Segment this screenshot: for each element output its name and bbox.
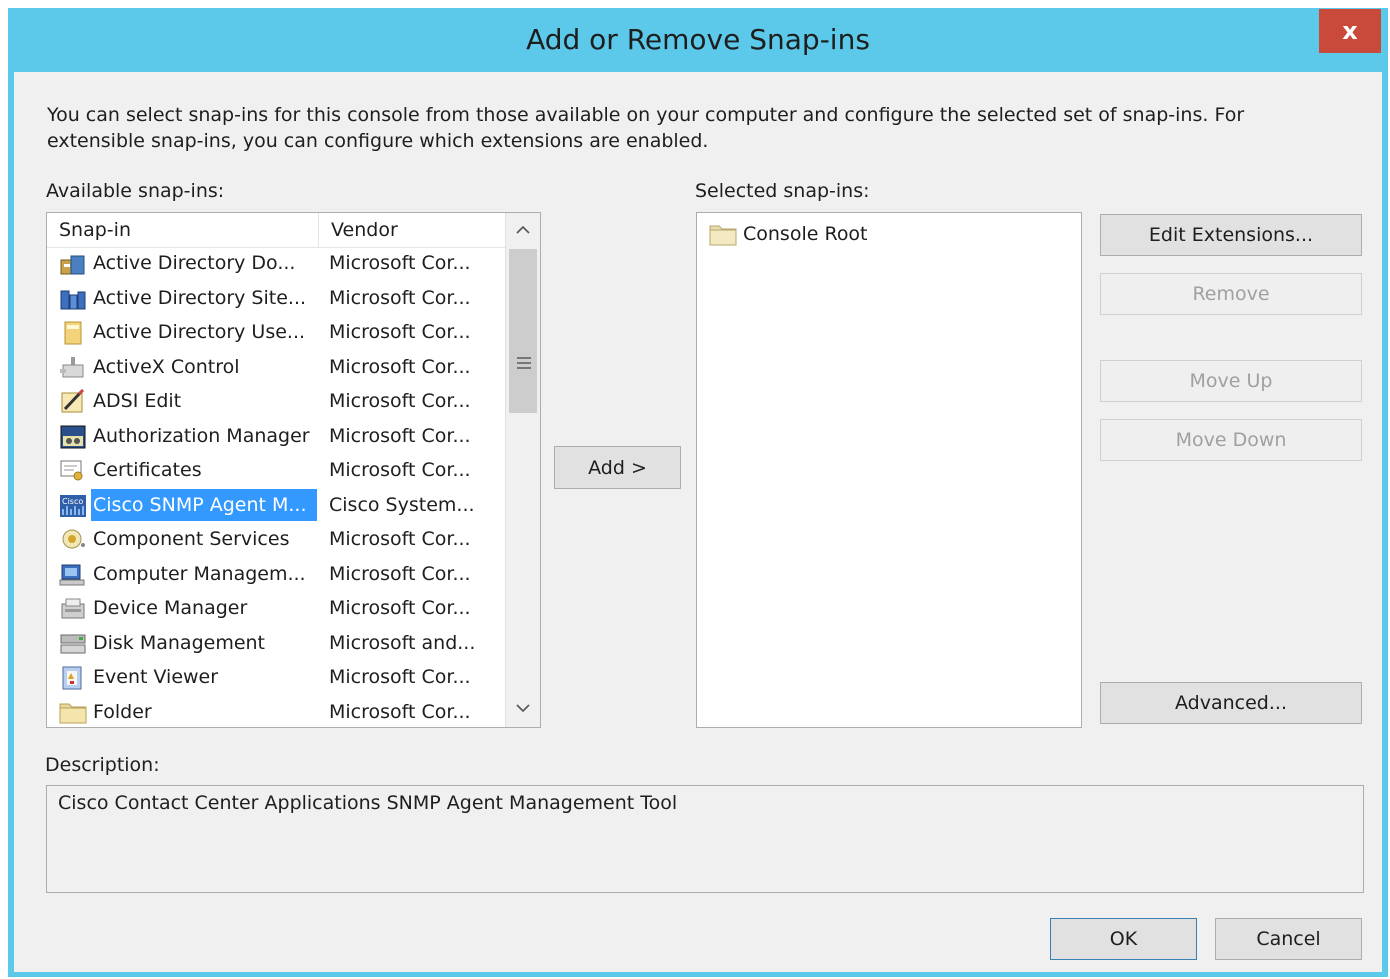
- sites-services-icon: [59, 286, 87, 312]
- domains-trusts-icon: [59, 251, 87, 277]
- snapin-name: Cisco SNMP Agent M...: [91, 488, 317, 521]
- device-manager-icon: [59, 596, 87, 622]
- list-item[interactable]: Active Directory Site... Microsoft Cor...: [47, 282, 505, 317]
- snapin-vendor: Microsoft Cor...: [329, 528, 471, 550]
- scroll-down-button[interactable]: [506, 691, 540, 725]
- list-item[interactable]: Computer Managem... Microsoft Cor...: [47, 558, 505, 593]
- snapin-name: ADSI Edit: [93, 390, 182, 412]
- list-item[interactable]: ActiveX Control Microsoft Cor...: [47, 351, 505, 386]
- snapin-vendor: Microsoft Cor...: [329, 286, 471, 309]
- snapin-name: Authorization Manager: [93, 424, 310, 447]
- snapin-name: Computer Managem...: [93, 562, 306, 585]
- ok-button[interactable]: OK: [1050, 918, 1197, 960]
- chevron-up-icon: [516, 225, 530, 234]
- selected-snapins-label: Selected snap-ins:: [695, 180, 870, 202]
- cancel-button[interactable]: Cancel: [1215, 918, 1362, 960]
- snapin-name: Event Viewer: [93, 666, 219, 688]
- svg-text:Cisco: Cisco: [62, 497, 83, 506]
- list-rows: Active Directory Do... Microsoft Cor... Ac…: [47, 247, 505, 728]
- list-item[interactable]: Disk Management Microsoft and...: [47, 627, 505, 662]
- users-computers-icon: [59, 320, 87, 346]
- certificate-icon: [59, 458, 87, 484]
- snapin-vendor: Microsoft Cor...: [329, 597, 471, 619]
- snapin-vendor: Microsoft Cor...: [329, 424, 471, 447]
- list-item[interactable]: Certificates Microsoft Cor...: [47, 454, 505, 489]
- snapin-name: Disk Management: [93, 631, 266, 654]
- snapin-name: Device Manager: [93, 597, 248, 619]
- grip-icon: [517, 357, 531, 369]
- list-item[interactable]: Active Directory Do... Microsoft Cor...: [47, 247, 505, 282]
- intro-text: You can select snap-ins for this console…: [47, 104, 1245, 152]
- snapin-vendor: Microsoft Cor...: [329, 355, 471, 378]
- snapin-vendor: Cisco System...: [329, 493, 475, 516]
- snapin-vendor: Microsoft Cor...: [329, 666, 471, 688]
- window-title: Add or Remove Snap-ins: [526, 23, 870, 56]
- remove-button[interactable]: Remove: [1100, 273, 1362, 315]
- snapin-vendor: Microsoft Cor...: [329, 252, 471, 274]
- column-header-vendor[interactable]: Vendor: [319, 213, 505, 247]
- activex-icon: [59, 355, 87, 381]
- snapin-name: Certificates: [93, 459, 202, 481]
- list-item[interactable]: Cisco Cisco SNMP Agent M... Cisco System..…: [47, 488, 505, 524]
- snapin-name: Active Directory Use...: [93, 321, 306, 343]
- console-root-item[interactable]: Console Root: [709, 219, 868, 249]
- list-item[interactable]: Component Services Microsoft Cor...: [47, 523, 505, 558]
- folder-icon: [709, 225, 737, 246]
- vertical-scrollbar[interactable]: [505, 213, 540, 727]
- column-header-snapin[interactable]: Snap-in: [47, 213, 319, 247]
- snapin-vendor: Microsoft Cor...: [329, 562, 471, 585]
- component-services-icon: [59, 527, 87, 553]
- snapin-name: Folder: [93, 700, 152, 723]
- snapin-vendor: Microsoft Cor...: [329, 390, 471, 412]
- disk-management-icon: [59, 631, 87, 657]
- console-root-label: Console Root: [743, 223, 868, 245]
- dialog-body: You can select snap-ins for this console…: [14, 72, 1382, 972]
- advanced-button[interactable]: Advanced...: [1100, 682, 1362, 724]
- computer-management-icon: [59, 562, 87, 588]
- list-item[interactable]: Device Manager Microsoft Cor...: [47, 592, 505, 627]
- snapin-name: Active Directory Do...: [93, 252, 296, 274]
- available-snapins-list[interactable]: Snap-in Vendor Active Directory Do... Mic…: [46, 212, 541, 728]
- list-item[interactable]: Active Directory Use... Microsoft Cor...: [47, 316, 505, 351]
- description-label: Description:: [45, 754, 160, 776]
- event-viewer-icon: [59, 665, 87, 691]
- list-item[interactable]: Folder Microsoft Cor...: [47, 696, 505, 728]
- edit-extensions-button[interactable]: Edit Extensions...: [1100, 214, 1362, 256]
- list-header: Snap-in Vendor: [47, 213, 505, 248]
- move-up-button[interactable]: Move Up: [1100, 360, 1362, 402]
- snapin-name: ActiveX Control: [93, 355, 240, 378]
- scroll-up-button[interactable]: [506, 213, 540, 247]
- available-snapins-label: Available snap-ins:: [46, 180, 225, 202]
- selected-snapins-list[interactable]: Console Root: [696, 212, 1082, 728]
- snapin-name: Component Services: [93, 528, 290, 550]
- snapin-name: Active Directory Site...: [93, 286, 307, 309]
- dialog-window: Add or Remove Snap-ins x You can select …: [8, 8, 1388, 977]
- close-icon: x: [1342, 17, 1358, 45]
- snapin-vendor: Microsoft Cor...: [329, 700, 471, 723]
- description-text: Cisco Contact Center Applications SNMP A…: [58, 792, 678, 814]
- snapin-vendor: Microsoft Cor...: [329, 321, 471, 343]
- add-button[interactable]: Add >: [554, 446, 681, 489]
- close-button[interactable]: x: [1319, 9, 1381, 53]
- list-item[interactable]: Authorization Manager Microsoft Cor...: [47, 420, 505, 455]
- cisco-icon: Cisco: [59, 493, 87, 519]
- move-down-button[interactable]: Move Down: [1100, 419, 1362, 461]
- adsi-edit-icon: [59, 388, 87, 415]
- scroll-thumb[interactable]: [509, 249, 537, 413]
- authorization-icon: [59, 424, 87, 450]
- list-item[interactable]: Event Viewer Microsoft Cor...: [47, 661, 505, 696]
- description-box: Cisco Contact Center Applications SNMP A…: [46, 785, 1364, 893]
- list-item[interactable]: ADSI Edit Microsoft Cor...: [47, 385, 505, 420]
- snapin-vendor: Microsoft and...: [329, 631, 476, 654]
- chevron-down-icon: [516, 704, 530, 713]
- snapin-vendor: Microsoft Cor...: [329, 459, 471, 481]
- title-bar: Add or Remove Snap-ins x: [8, 8, 1388, 72]
- folder-icon: [59, 700, 87, 726]
